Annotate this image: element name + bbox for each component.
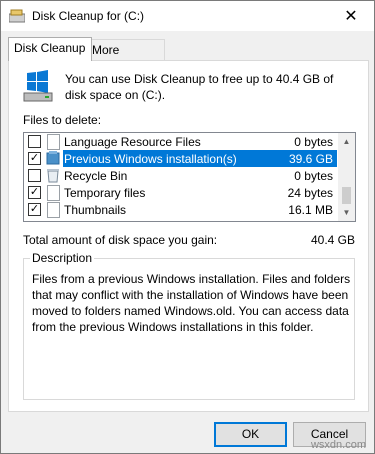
description-title: Description bbox=[30, 251, 95, 265]
scroll-thumb[interactable] bbox=[342, 187, 351, 204]
checkbox[interactable] bbox=[28, 169, 41, 182]
window-title: Disk Cleanup for (C:) bbox=[32, 9, 145, 23]
windows-installation-icon bbox=[46, 151, 60, 165]
total-space-value: 40.4 GB bbox=[310, 233, 355, 247]
checkbox[interactable] bbox=[28, 135, 41, 148]
files-list[interactable]: Language Resource Files 0 bytes ✓ Previo… bbox=[23, 132, 356, 222]
list-item-language-resource-files[interactable]: Language Resource Files 0 bytes bbox=[24, 133, 337, 150]
title-bar[interactable]: Disk Cleanup for (C:) ✕ bbox=[1, 1, 374, 31]
files-to-delete-label: Files to delete: bbox=[23, 113, 102, 127]
tab-disk-cleanup-label: Disk Cleanup bbox=[14, 41, 86, 55]
disk-cleanup-panel: You can use Disk Cleanup to free up to 4… bbox=[8, 60, 369, 412]
close-button[interactable]: ✕ bbox=[328, 1, 374, 31]
checkbox[interactable]: ✓ bbox=[28, 152, 41, 165]
description-group: Description Files from a previous Window… bbox=[23, 251, 355, 400]
scroll-up-icon[interactable]: ▲ bbox=[338, 133, 355, 150]
checkbox[interactable]: ✓ bbox=[28, 203, 41, 216]
file-name: Thumbnails bbox=[64, 203, 127, 217]
disk-cleanup-window: Disk Cleanup for (C:) ✕ Disk Cleanup Mor… bbox=[0, 0, 375, 454]
tab-disk-cleanup[interactable]: Disk Cleanup bbox=[8, 37, 92, 61]
list-scrollbar[interactable]: ▲ ▼ bbox=[338, 133, 355, 221]
list-item-temporary-files[interactable]: ✓ Temporary files 24 bytes bbox=[24, 184, 337, 201]
file-name: Language Resource Files bbox=[64, 135, 201, 149]
file-name: Previous Windows installation(s) bbox=[64, 152, 237, 166]
file-icon bbox=[47, 185, 60, 201]
list-item-previous-windows-installation[interactable]: ✓ Previous Windows installation(s) 39.6 … bbox=[24, 150, 337, 167]
scroll-down-icon[interactable]: ▼ bbox=[338, 204, 355, 221]
watermark: wsxdn.com bbox=[310, 439, 366, 451]
file-name: Recycle Bin bbox=[64, 169, 128, 183]
ok-button[interactable]: OK bbox=[214, 422, 287, 447]
file-icon bbox=[47, 202, 60, 218]
list-item-thumbnails[interactable]: ✓ Thumbnails 16.1 MB bbox=[24, 201, 337, 218]
file-name: Temporary files bbox=[64, 186, 146, 200]
file-size: 24 bytes bbox=[287, 186, 333, 200]
recycle-bin-icon bbox=[47, 169, 59, 183]
tab-more-options[interactable]: More Options bbox=[86, 39, 165, 77]
total-space-label: Total amount of disk space you gain: bbox=[23, 233, 218, 247]
checkbox[interactable]: ✓ bbox=[28, 186, 41, 199]
drive-icon bbox=[23, 70, 53, 102]
disk-cleanup-icon bbox=[9, 9, 25, 23]
file-size: 16.1 MB bbox=[288, 203, 333, 217]
file-size: 39.6 GB bbox=[288, 152, 333, 166]
close-icon: ✕ bbox=[344, 8, 358, 25]
file-size: 0 bytes bbox=[294, 135, 333, 149]
description-text: Files from a previous Windows installati… bbox=[32, 272, 351, 334]
list-item-recycle-bin[interactable]: Recycle Bin 0 bytes bbox=[24, 167, 337, 184]
intro-text: You can use Disk Cleanup to free up to 4… bbox=[65, 72, 334, 102]
file-icon bbox=[47, 134, 60, 150]
file-size: 0 bytes bbox=[294, 169, 333, 183]
